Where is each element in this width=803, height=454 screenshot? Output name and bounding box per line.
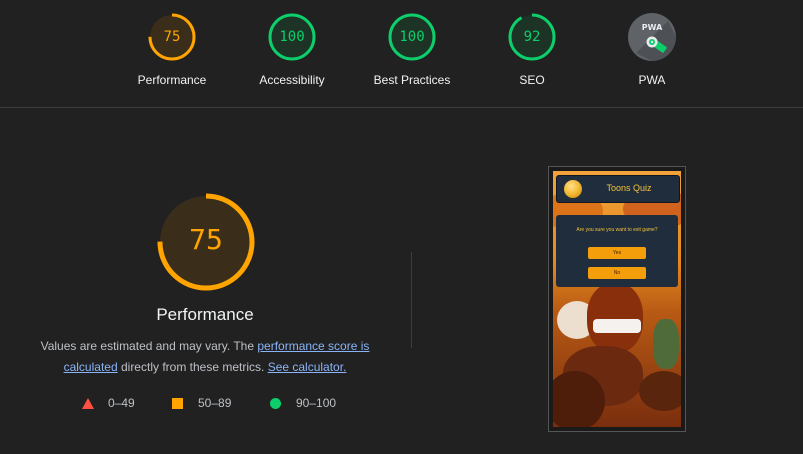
yes-button[interactable]: Yes [588,247,646,259]
performance-big-gauge: 75 [156,192,256,292]
game-header-bar: Toons Quiz [556,175,680,203]
final-screenshot-image: Toons Quiz Are you sure you want to exit… [553,171,681,427]
score-scale-legend: 0–49 50–89 90–100 [0,395,410,415]
art-character [653,319,679,369]
game-title: Toons Quiz [606,183,652,193]
legend-range-average: 50–89 [198,396,232,410]
exit-dialog-question: Are you sure you want to exit game? [576,227,658,233]
section-divider [411,252,412,348]
exit-dialog: Are you sure you want to exit game? Yes … [556,215,678,287]
gauge-performance[interactable]: 75 Performance [112,12,232,102]
gauge-seo[interactable]: 92 SEO [472,12,592,102]
gauge-seo-label: SEO [519,73,545,87]
coin-icon [564,180,582,198]
art-rock [639,371,681,411]
gauge-seo-score: 92 [523,29,541,45]
gauge-performance-score: 75 [163,29,181,45]
performance-desc-middle: directly from these metrics. [117,360,268,374]
gauge-pwa-label: PWA [638,73,666,87]
square-icon [172,398,183,409]
see-calculator-link[interactable]: See calculator. [268,360,347,374]
circle-icon [270,398,281,409]
final-screenshot[interactable]: Toons Quiz Are you sure you want to exit… [548,166,686,432]
gauge-best-practices-score: 100 [399,29,425,45]
art-scarf [593,319,641,333]
gauge-accessibility[interactable]: 100 Accessibility [232,12,352,102]
performance-big-score: 75 [189,223,223,256]
art-creature [587,283,643,353]
performance-title: Performance [156,305,254,324]
legend-range-fail: 0–49 [108,396,135,410]
gauge-accessibility-label: Accessibility [259,73,325,87]
gauge-best-practices-label: Best Practices [373,73,451,87]
gauge-accessibility-score: 100 [279,29,305,45]
pwa-badge-icon: PWA [628,13,676,61]
gauge-performance-label: Performance [137,73,207,87]
gauge-pwa[interactable]: PWA PWA [592,12,712,102]
gauge-best-practices[interactable]: 100 Best Practices [352,12,472,102]
score-header: 75 Performance 100 Accessibility 100 Bes… [0,0,803,108]
performance-desc-prefix: Values are estimated and may vary. The [40,339,258,353]
no-button[interactable]: No [588,267,646,279]
performance-description: Values are estimated and may vary. The p… [30,336,380,378]
legend-range-pass: 90–100 [296,396,337,410]
triangle-icon [82,398,94,409]
pwa-badge-text: PWA [642,23,663,32]
